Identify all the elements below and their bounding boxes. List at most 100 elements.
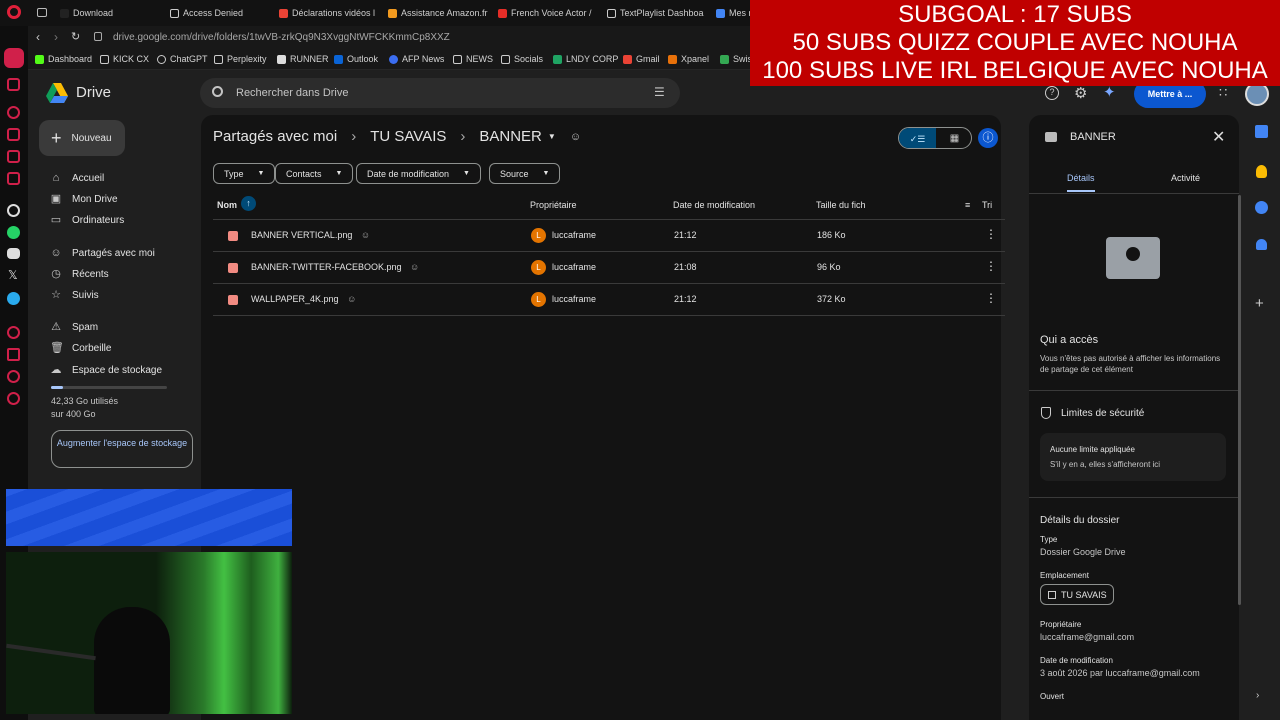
contacts-icon[interactable] — [1256, 239, 1267, 250]
get-more-storage-button[interactable]: Augmenter l'espace de stockage — [51, 430, 193, 468]
discord-icon[interactable] — [7, 248, 20, 259]
nav-item-shared-with-me[interactable]: ☺ Partagés avec moi — [50, 247, 154, 259]
column-modified[interactable]: Date de modification — [673, 200, 755, 210]
tab-mes[interactable]: Mes r — [716, 4, 750, 22]
close-icon[interactable]: ✕ — [1212, 127, 1225, 147]
nav-item-spam[interactable]: ⚠ Spam — [50, 321, 98, 333]
tasks-icon[interactable] — [1255, 201, 1268, 214]
download-icon[interactable] — [7, 348, 20, 361]
owner-name: luccaframe — [552, 230, 597, 240]
bookmark-perplexity[interactable]: Perplexity — [214, 54, 267, 64]
clock-icon[interactable] — [7, 326, 20, 339]
wallet-icon[interactable] — [7, 150, 20, 163]
xpanel-icon — [668, 54, 677, 64]
list-view-icon[interactable]: ✓☰ — [899, 128, 936, 148]
extensions-icon[interactable] — [7, 370, 20, 383]
filter-type[interactable]: Type ▼ — [213, 163, 276, 184]
chatgpt-icon[interactable] — [7, 204, 20, 217]
bookmark-afp[interactable]: AFP News — [389, 54, 444, 64]
back-icon[interactable]: ‹ — [36, 30, 40, 44]
filter-source[interactable]: Source ▼ — [489, 163, 561, 184]
bookmark-gmail[interactable]: Gmail — [623, 54, 660, 64]
new-button[interactable]: + Nouveau — [39, 120, 125, 156]
bookmark-kick-cx[interactable]: KICK CX — [100, 54, 149, 64]
sort-button[interactable]: Tri — [982, 200, 992, 210]
opera-logo-icon[interactable] — [7, 5, 21, 19]
keep-icon[interactable] — [1256, 165, 1267, 178]
tab-access-denied[interactable]: Access Denied — [170, 4, 270, 22]
bookmark-runner[interactable]: RUNNER — [277, 54, 329, 64]
url-field[interactable]: drive.google.com/drive/folders/1twVB-zrk… — [113, 32, 450, 43]
location-chip[interactable]: TU SAVAIS — [1040, 584, 1114, 605]
nav-item-starred[interactable]: ☆ Suivis — [50, 289, 99, 301]
tab-activity[interactable]: Activité — [1171, 173, 1200, 183]
sort-arrow-up-icon[interactable]: ↑ — [241, 196, 256, 211]
search-options-icon[interactable]: ☰ — [654, 85, 665, 99]
bookmark-lndy-corp[interactable]: LNDY CORP — [553, 54, 618, 64]
column-size[interactable]: Taille du fich — [816, 200, 866, 210]
sort-icon[interactable]: ≡ — [965, 200, 970, 210]
forward-icon[interactable]: › — [54, 30, 58, 44]
grid-view-icon[interactable]: ▦ — [936, 128, 971, 148]
more-options-icon[interactable]: ⋮ — [985, 259, 997, 273]
breadcrumb-shared[interactable]: Partagés avec moi — [213, 128, 337, 145]
nav-item-storage[interactable]: ☁ Espace de stockage — [50, 364, 163, 376]
tab-download[interactable]: Download — [60, 4, 160, 22]
more-options-icon[interactable]: ⋮ — [985, 291, 997, 305]
settings-icon[interactable]: ⚙ — [1074, 84, 1087, 102]
tab-details[interactable]: Détails — [1067, 173, 1095, 183]
bookmark-dashboard[interactable]: Dashboard — [35, 54, 92, 64]
bookmark-xpanel[interactable]: Xpanel — [668, 54, 709, 64]
tab-amazon[interactable]: Assistance Amazon.fr — [388, 4, 488, 22]
file-size: 186 Ko — [817, 230, 846, 240]
tab-declarations[interactable]: Déclarations vidéos l — [279, 4, 379, 22]
help-icon[interactable]: ? — [1045, 86, 1059, 100]
breadcrumb-banner[interactable]: BANNER ▼ — [479, 128, 555, 145]
nav-item-recent[interactable]: ◷ Récents — [50, 268, 109, 280]
expand-panel-icon[interactable]: › — [1256, 690, 1259, 701]
breadcrumb-tu-savais[interactable]: TU SAVAIS — [370, 128, 446, 145]
settings-icon[interactable] — [7, 392, 20, 405]
search-input[interactable]: Rechercher dans Drive — [236, 87, 349, 99]
column-name[interactable]: Nom — [217, 200, 237, 210]
table-row[interactable]: WALLPAPER_4K.png ☺ L luccaframe 21:12 37… — [213, 284, 1005, 316]
shared-folder-icon: ☺ — [569, 130, 582, 143]
bookmark-outlook[interactable]: Outlook — [334, 54, 378, 64]
nav-item-my-drive[interactable]: ▣ Mon Drive — [50, 193, 118, 205]
scrollbar[interactable] — [1238, 195, 1241, 605]
table-row[interactable]: BANNER-TWITTER-FACEBOOK.png ☺ L luccafra… — [213, 252, 1005, 284]
search-bar[interactable]: Rechercher dans Drive ☰ — [200, 78, 680, 108]
drive-logo-icon[interactable] — [46, 83, 68, 103]
player-icon[interactable] — [7, 172, 20, 185]
column-owner[interactable]: Propriétaire — [530, 200, 577, 210]
more-options-icon[interactable]: ⋮ — [985, 227, 997, 241]
whatsapp-icon[interactable] — [7, 226, 20, 239]
history-icon[interactable] — [7, 106, 20, 119]
apps-grid-icon[interactable]: ∷ — [1219, 85, 1227, 101]
site-info-icon[interactable] — [94, 32, 102, 41]
nav-item-trash[interactable]: 🗑 Corbeille — [50, 342, 111, 354]
nav-item-computers[interactable]: ▭ Ordinateurs — [50, 214, 124, 226]
nav-item-home[interactable]: ⌂ Accueil — [50, 172, 105, 184]
add-addon-icon[interactable]: + — [1255, 295, 1264, 312]
calendar-icon[interactable] — [1255, 125, 1268, 138]
table-row[interactable]: BANNER VERTICAL.png ☺ L luccaframe 21:12… — [213, 220, 1005, 252]
home-icon[interactable] — [4, 48, 24, 68]
tab-french-voice[interactable]: French Voice Actor / — [498, 4, 598, 22]
telegram-icon[interactable] — [7, 292, 20, 305]
speed-dial-icon[interactable] — [7, 78, 20, 91]
search-icon[interactable] — [212, 86, 223, 97]
filter-contacts[interactable]: Contacts ▼ — [275, 163, 354, 184]
bookmark-swis[interactable]: Swis — [720, 54, 752, 64]
access-title: Qui a accès — [1040, 334, 1099, 346]
bookmark-socials[interactable]: Socials — [501, 54, 543, 64]
bookmark-chatgpt[interactable]: ChatGPT — [157, 54, 208, 64]
tab-menu-icon[interactable] — [37, 8, 47, 17]
bookmark-news[interactable]: NEWS — [453, 54, 493, 64]
info-icon[interactable]: ⓘ — [978, 128, 998, 148]
filter-modified[interactable]: Date de modification ▼ — [356, 163, 481, 184]
tab-textplaylist[interactable]: TextPlaylist Dashboa — [607, 4, 707, 22]
reload-icon[interactable]: ↻ — [71, 30, 80, 43]
x-icon[interactable]: 𝕏 — [8, 268, 18, 282]
bag-icon[interactable] — [7, 128, 20, 141]
